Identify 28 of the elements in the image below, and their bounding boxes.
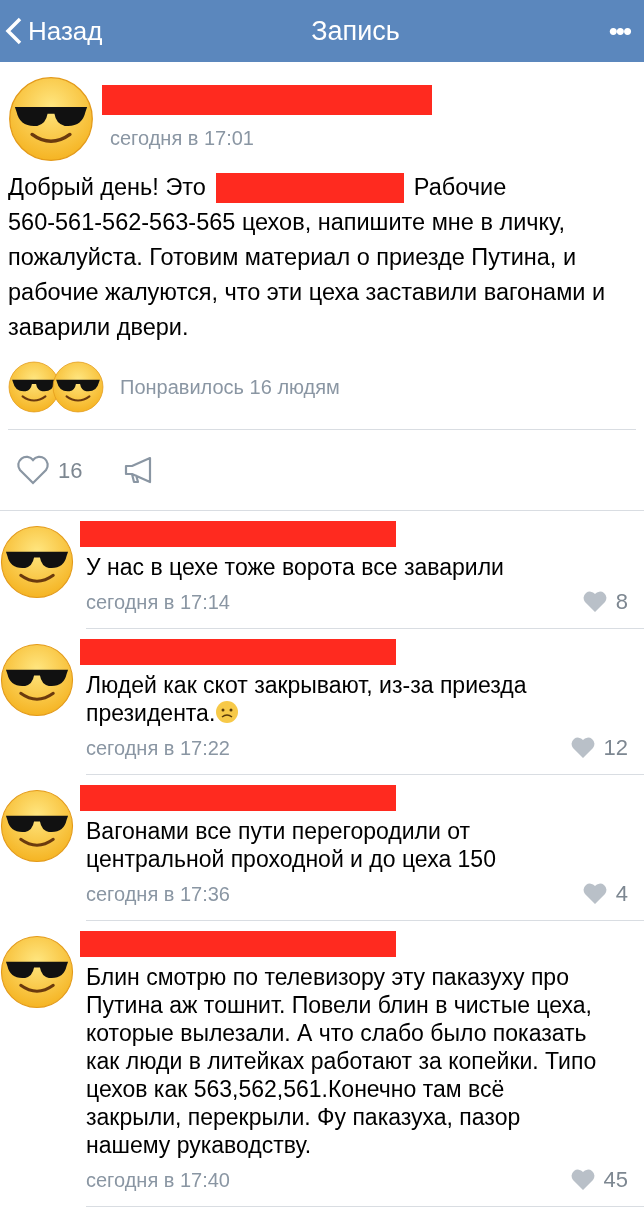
comment-text: Людей как скот закрывают, из-за приезда президента. <box>86 671 528 727</box>
like-count: 12 <box>603 734 628 762</box>
like-count: 8 <box>615 588 628 616</box>
comment-time: сегодня в 17:22 <box>86 735 230 761</box>
heart-icon[interactable] <box>569 736 596 759</box>
comment-time: сегодня в 17:14 <box>86 589 230 615</box>
more-button[interactable]: ••• <box>608 11 630 51</box>
heart-icon[interactable] <box>581 590 608 613</box>
chevron-left-icon <box>4 16 24 46</box>
post-time: сегодня в 17:01 <box>110 126 255 151</box>
comment-text: У нас в цехе тоже ворота все заварили <box>86 553 505 581</box>
heart-icon[interactable] <box>16 455 50 485</box>
heart-icon[interactable] <box>581 882 608 905</box>
post-text: 560-561-562-563-565 цехов, напишите мне в личку, пожалуйста. Готовим материал о приезде Путина, и рабочие жалуются, что эти цеха заставили вагонами и заварили двери. <box>8 208 607 342</box>
post-text: Добрый день! Это <box>8 173 206 202</box>
likes-summary[interactable]: Понравилось 16 людям <box>120 372 340 402</box>
comment-text: Блин смотрю по телевизору эту паказуху про Путина аж тошнит. Повели блин в чистые цеха, которые вылезали. А что слабо было показать как люди в литейках работают за копейки. Типо цехов как 563,562,561.Конечно там всё закрыли, перекрыли. Фу паказуха, пазор нашему рукаводству. <box>86 963 598 1159</box>
like-count: 16 <box>58 456 83 485</box>
post-text: Рабочие <box>413 173 507 202</box>
like-count: 4 <box>615 880 628 908</box>
comment-time: сегодня в 17:40 <box>86 1167 230 1193</box>
heart-icon[interactable] <box>569 1168 596 1191</box>
back-button[interactable]: Назад <box>4 11 103 51</box>
like-count: 45 <box>603 1166 628 1194</box>
liker-avatar <box>52 361 104 413</box>
comment-time: сегодня в 17:36 <box>86 881 230 907</box>
comment-text: Вагонами все пути перегородили от центральной проходной и до цеха 150 <box>86 817 497 873</box>
page-title: Запись <box>311 14 400 48</box>
